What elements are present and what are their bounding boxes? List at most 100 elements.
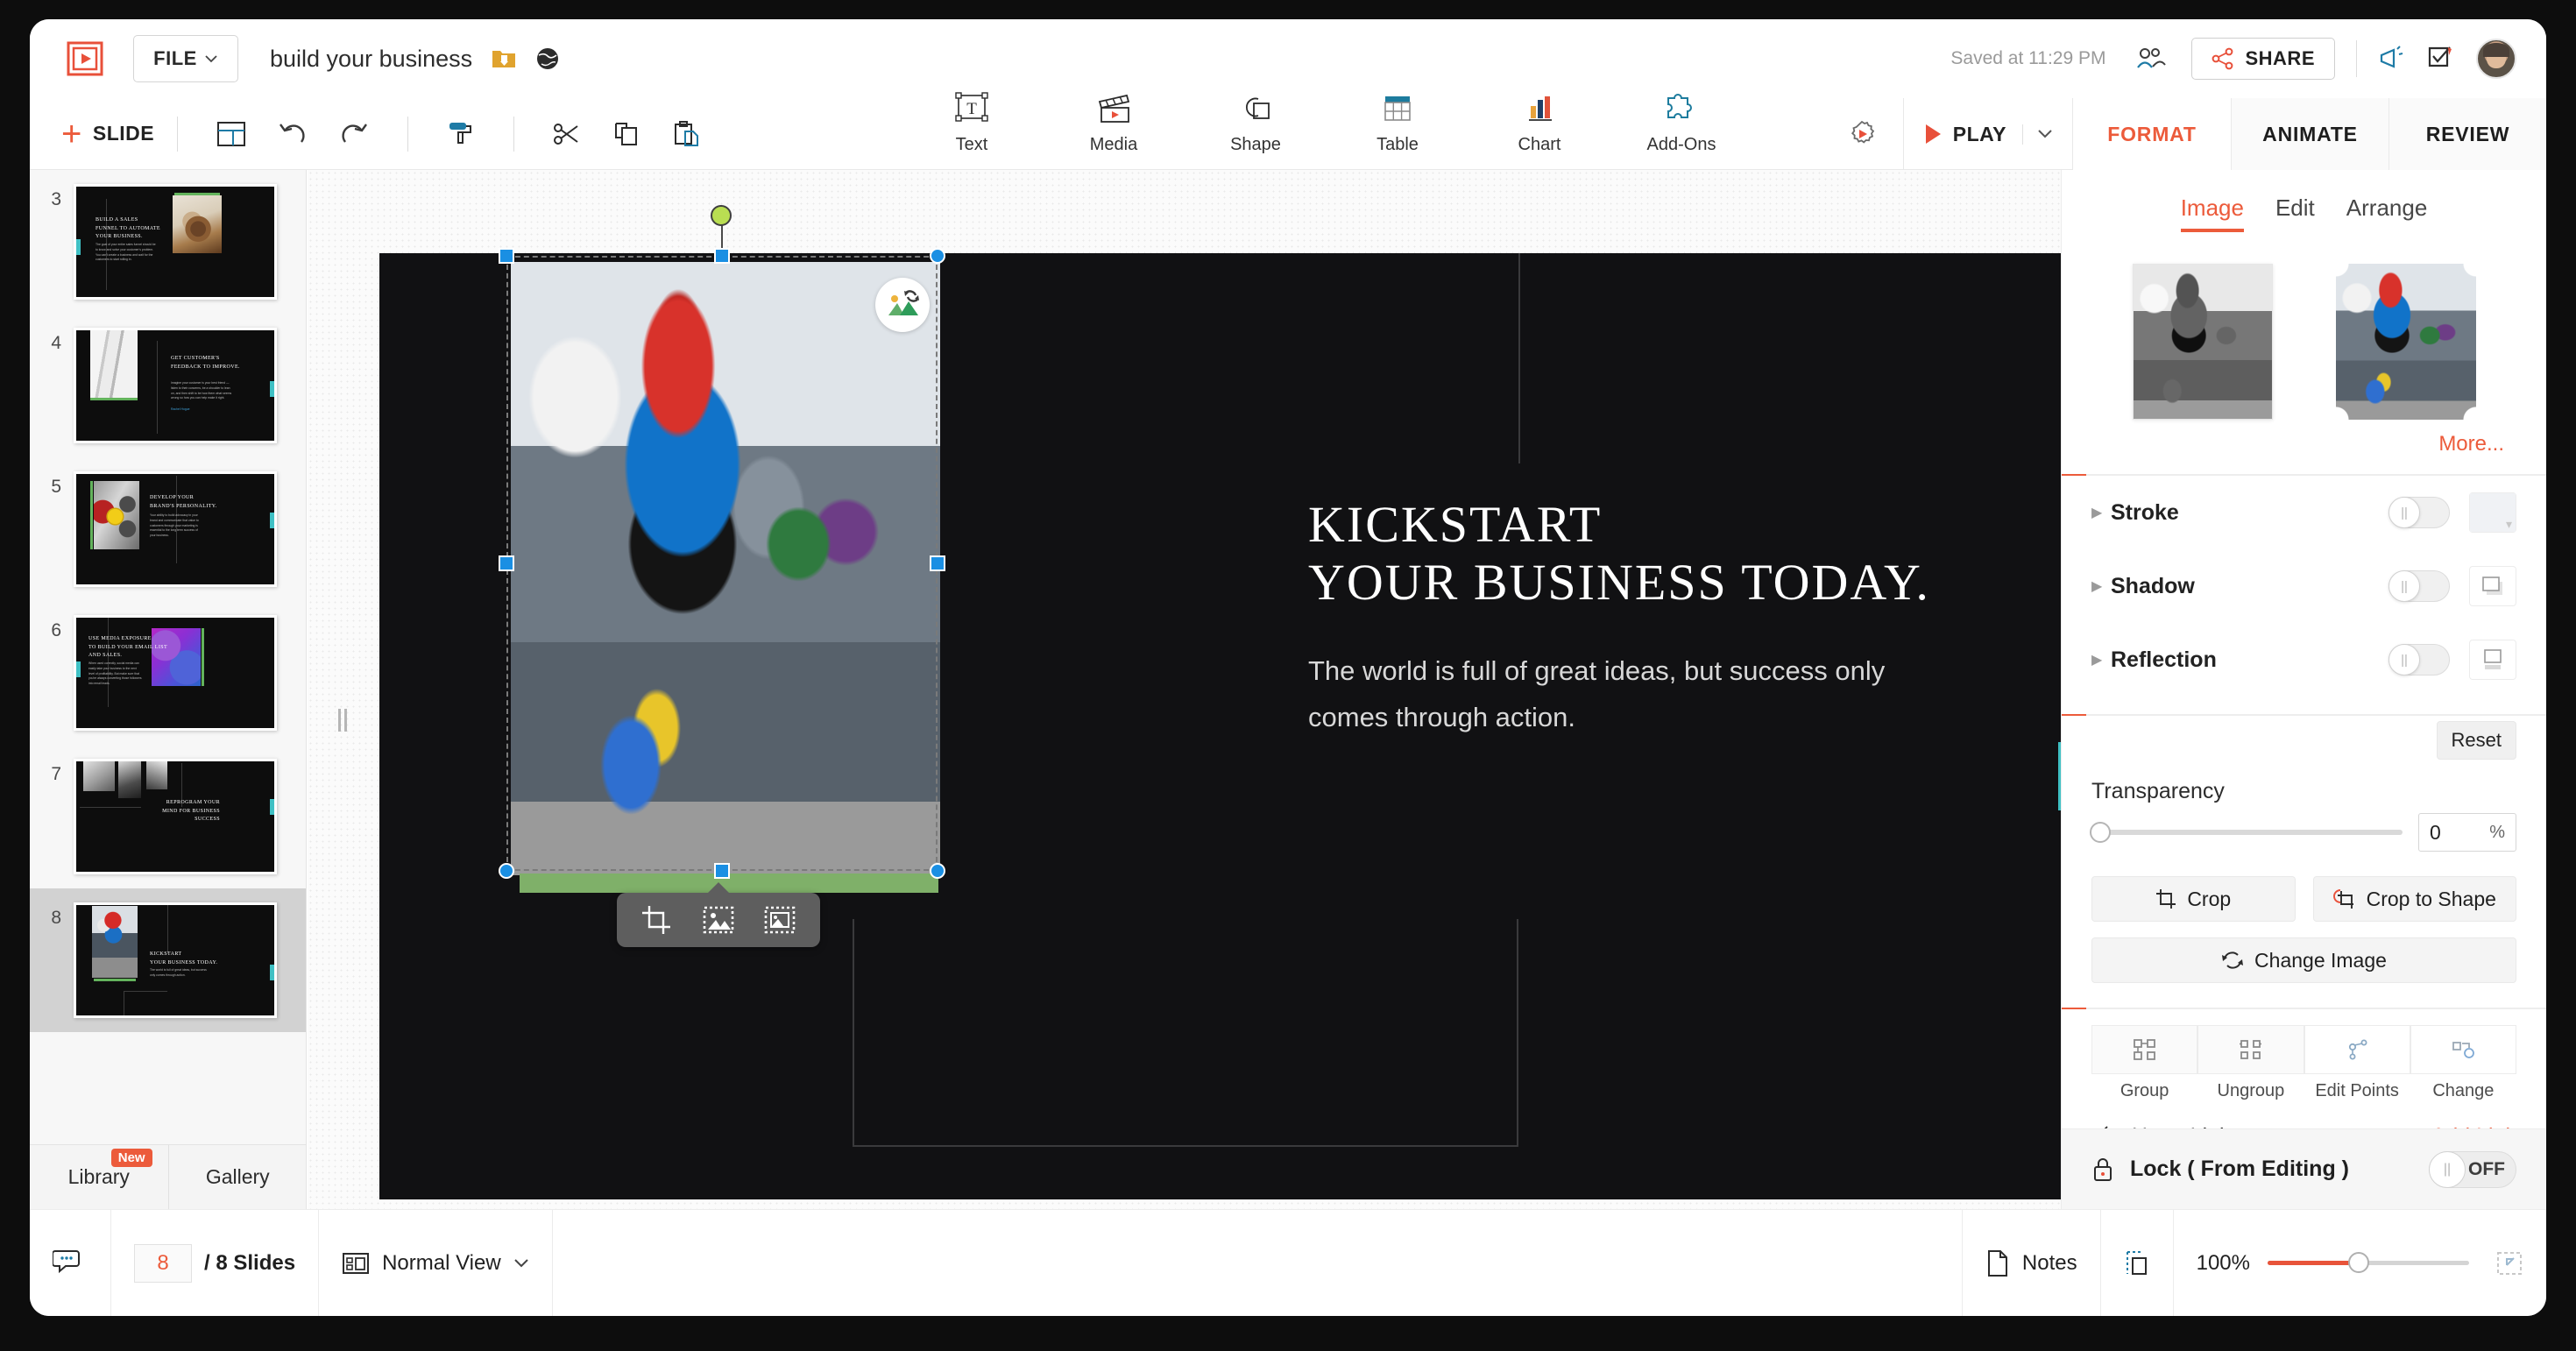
panel-tab-library[interactable]: Library New [30, 1145, 168, 1209]
slide-canvas[interactable]: KICKSTART YOUR BUSINESS TODAY. The world… [379, 253, 2061, 1199]
shadow-preview-icon[interactable] [2469, 566, 2516, 606]
image-fill-icon[interactable] [703, 906, 734, 934]
color-ornate-frame-preset[interactable] [2336, 264, 2476, 420]
crop-to-shape-button[interactable]: Crop to Shape [2313, 876, 2517, 922]
transparency-input[interactable]: 0 % [2418, 813, 2516, 852]
slide-thumbnail-panel[interactable]: 3 BUILD A SALES FUNNEL TO AUTOMATE YOUR … [30, 170, 307, 1209]
collaborators-icon[interactable] [2134, 46, 2169, 72]
redo-icon[interactable] [339, 121, 369, 147]
resize-handle-bottom-left[interactable] [499, 863, 514, 879]
comments-button[interactable] [30, 1210, 110, 1316]
reflection-toggle[interactable]: || [2388, 644, 2450, 676]
image-fit-icon[interactable] [764, 906, 796, 934]
tab-format[interactable]: FORMAT [2073, 98, 2231, 170]
ungroup-button[interactable] [2197, 1025, 2304, 1074]
undo-icon[interactable] [278, 121, 308, 147]
chevron-right-icon[interactable]: ▶ [2091, 651, 2111, 668]
chevron-right-icon[interactable]: ▶ [2091, 577, 2111, 595]
format-panel[interactable]: Image Edit Arrange More... ▶ Stroke || ▶… [2061, 170, 2546, 1209]
view-mode-selector[interactable]: Normal View [319, 1210, 552, 1316]
slide-subtitle[interactable]: The world is full of great ideas, but su… [1308, 647, 1921, 741]
edit-note-icon[interactable] [2427, 46, 2455, 72]
crop-button[interactable]: Crop [2091, 876, 2296, 922]
tab-animate[interactable]: ANIMATE [2231, 98, 2388, 170]
list-item[interactable]: 4 GET CUSTOMER'S FEEDBACK TO IMPROVE. Im… [30, 314, 306, 457]
resize-handle-top-right[interactable] [930, 248, 945, 264]
avatar[interactable] [2476, 39, 2516, 79]
panel-tab-gallery[interactable]: Gallery [168, 1145, 308, 1209]
slide-thumbnail-5[interactable]: DEVELOP YOUR BRAND'S PERSONALITY. Your a… [74, 471, 277, 587]
crop-icon[interactable] [641, 905, 673, 935]
reset-button[interactable]: Reset [2437, 721, 2516, 760]
slide-canvas-area[interactable]: KICKSTART YOUR BUSINESS TODAY. The world… [308, 170, 2061, 1209]
play-options-caret[interactable] [2022, 124, 2069, 145]
slide-thumbnail-6[interactable]: USE MEDIA EXPOSURE TO BUILD YOUR EMAIL L… [74, 615, 277, 731]
add-slide-button[interactable]: + SLIDE [61, 117, 154, 152]
group-button[interactable] [2091, 1025, 2197, 1074]
change-image-button[interactable]: Change Image [2091, 937, 2516, 983]
resize-handle-top-left[interactable] [499, 248, 514, 264]
copy-icon[interactable] [612, 120, 640, 148]
color-swatch-icon[interactable] [2469, 492, 2516, 533]
paste-icon[interactable] [672, 120, 700, 148]
slide-thumbnail-4[interactable]: GET CUSTOMER'S FEEDBACK TO IMPROVE. Imag… [74, 328, 277, 443]
insert-addons-button[interactable]: Add-Ons [1633, 91, 1730, 155]
insert-shape-button[interactable]: Shape [1207, 91, 1304, 155]
shadow-toggle[interactable]: || [2388, 570, 2450, 602]
slide-thumbnail-3[interactable]: BUILD A SALES FUNNEL TO AUTOMATE YOUR BU… [74, 184, 277, 300]
notes-button[interactable]: Notes [1963, 1210, 2100, 1316]
list-item-selected[interactable]: 8 KICKSTART YOUR BUSINESS TODAY. The wor… [30, 888, 306, 1032]
list-item[interactable]: 5 DEVELOP YOUR BRAND'S PERSONALITY. Your… [30, 457, 306, 601]
format-painter-icon[interactable] [447, 119, 475, 149]
globe-icon[interactable] [535, 46, 560, 71]
subtab-image[interactable]: Image [2181, 195, 2244, 232]
folder-download-icon[interactable] [492, 47, 516, 70]
image-quick-toolbar[interactable] [617, 893, 820, 947]
grayscale-plain-frame-preset[interactable] [2133, 264, 2273, 420]
slide-thumbnail-7[interactable]: REPROGRAM YOUR MIND FOR BUSINESS SUCCESS [74, 759, 277, 874]
chevron-right-icon[interactable]: ▶ [2091, 504, 2111, 521]
panel-splitter[interactable] [335, 694, 350, 746]
document-title[interactable]: build your business [270, 46, 472, 73]
list-item[interactable]: 6 USE MEDIA EXPOSURE TO BUILD YOUR EMAIL… [30, 601, 306, 745]
resize-handle-middle-left[interactable] [499, 555, 514, 571]
change-shape-button[interactable] [2410, 1025, 2516, 1074]
list-item[interactable]: 7 REPROGRAM YOUR MIND FOR BUSINESS SUCCE… [30, 745, 306, 888]
resize-handle-middle-right[interactable] [930, 555, 945, 571]
transparency-slider[interactable] [2091, 830, 2403, 835]
insert-table-button[interactable]: Table [1349, 91, 1446, 155]
scissors-icon[interactable] [553, 121, 581, 147]
list-item[interactable]: 3 BUILD A SALES FUNNEL TO AUTOMATE YOUR … [30, 170, 306, 314]
file-menu-button[interactable]: FILE [133, 35, 238, 82]
presentation-logo-icon[interactable] [63, 39, 107, 79]
current-slide-input[interactable]: 8 [134, 1244, 192, 1283]
edit-points-button[interactable] [2304, 1025, 2410, 1074]
play-button[interactable]: PLAY [1907, 123, 2022, 146]
expand-icon[interactable] [2495, 1250, 2523, 1277]
resize-handle-bottom-right[interactable] [930, 863, 945, 879]
slide-title-line2[interactable]: YOUR BUSINESS TODAY. [1308, 549, 1930, 617]
subtab-edit[interactable]: Edit [2275, 195, 2315, 232]
slide-image[interactable] [511, 262, 940, 875]
gear-play-icon[interactable] [1847, 119, 1877, 149]
fit-to-screen-button[interactable] [2101, 1210, 2173, 1316]
slide-layout-icon[interactable] [216, 121, 246, 147]
resize-handle-top-center[interactable] [714, 248, 730, 264]
zoom-slider[interactable] [2268, 1261, 2469, 1265]
insert-text-button[interactable]: T Text [924, 91, 1020, 155]
subtab-arrange[interactable]: Arrange [2346, 195, 2428, 232]
image-refresh-icon[interactable] [875, 278, 930, 332]
megaphone-icon[interactable] [2378, 46, 2406, 72]
tab-review[interactable]: REVIEW [2388, 98, 2546, 170]
insert-chart-button[interactable]: Chart [1491, 91, 1588, 155]
rotate-handle-icon[interactable] [711, 205, 732, 226]
stroke-toggle[interactable]: || [2388, 497, 2450, 528]
more-styles-link[interactable]: More... [2062, 420, 2546, 456]
insert-media-button[interactable]: Media [1065, 91, 1162, 155]
resize-handle-bottom-center[interactable] [714, 863, 730, 879]
reflection-preview-icon[interactable] [2469, 640, 2516, 680]
share-button[interactable]: SHARE [2191, 38, 2335, 80]
slide-number: 3 [30, 184, 61, 210]
slide-thumbnail-8[interactable]: KICKSTART YOUR BUSINESS TODAY. The world… [74, 902, 277, 1018]
lock-toggle[interactable]: || OFF [2429, 1151, 2516, 1188]
